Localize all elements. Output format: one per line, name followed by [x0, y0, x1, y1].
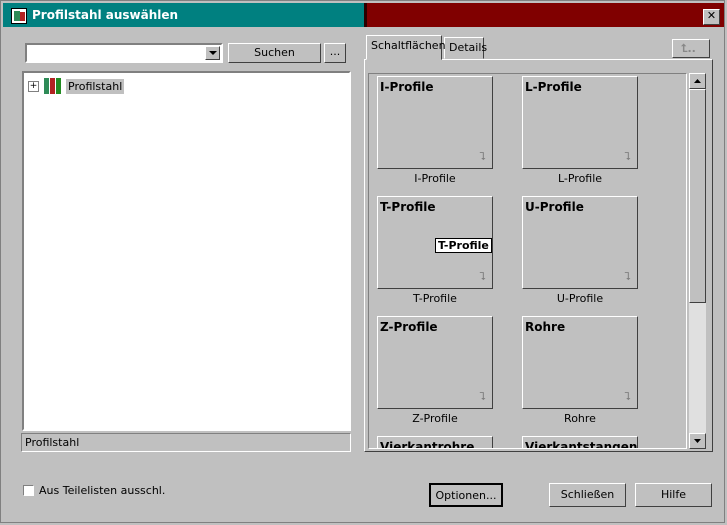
- tile-title: T-Profile: [380, 200, 436, 214]
- arrow-down-icon: [694, 439, 701, 443]
- drill-down-icon: ⮧: [479, 150, 487, 163]
- tab-schaltflaechen[interactable]: Schaltflächen: [366, 35, 446, 60]
- expand-icon[interactable]: +: [28, 80, 39, 92]
- tile-caption: I-Profile: [414, 172, 456, 185]
- search-combobox[interactable]: [25, 43, 223, 63]
- tile-rohre[interactable]: Rohre ⮧: [522, 316, 638, 409]
- tile-vierkantstangen[interactable]: Vierkantstangen: [522, 436, 638, 449]
- tile-caption: U-Profile: [556, 292, 604, 305]
- up-level-button[interactable]: ⮤..: [672, 39, 710, 58]
- more-button[interactable]: ...: [324, 43, 346, 63]
- profile-grid: I-Profile ⮧ I-Profile L-Profile ⮧ L-Prof…: [368, 73, 687, 449]
- scroll-up-button[interactable]: [689, 73, 706, 89]
- app-icon: [11, 8, 27, 24]
- close-button[interactable]: Schließen: [549, 483, 626, 507]
- search-button[interactable]: Suchen: [228, 43, 321, 63]
- tile-vierkantrohre[interactable]: Vierkantrohre: [377, 436, 493, 449]
- tile-title: L-Profile: [525, 80, 582, 94]
- tile-title: Vierkantrohre: [380, 440, 475, 449]
- chevron-down-icon[interactable]: [205, 46, 220, 60]
- exclude-parts-checkbox[interactable]: [23, 485, 34, 496]
- title-bar-left: Profilstahl auswählen: [3, 3, 364, 27]
- tab-details[interactable]: Details: [444, 37, 487, 59]
- drill-down-icon: ⮧: [624, 270, 632, 283]
- title-bar-right: [364, 3, 724, 27]
- tile-caption: Rohre: [564, 412, 596, 425]
- options-button[interactable]: Optionen...: [429, 483, 503, 507]
- dialog-window: Profilstahl auswählen ✕ Suchen ... + Pro…: [0, 0, 725, 523]
- title-bar[interactable]: Profilstahl auswählen: [3, 3, 724, 27]
- scroll-down-button[interactable]: [689, 433, 706, 449]
- help-button[interactable]: Hilfe: [635, 483, 712, 507]
- up-arrow-icon: ⮤..: [681, 42, 696, 55]
- exclude-parts-label: Aus Teilelisten ausschl.: [39, 484, 166, 497]
- arrow-up-icon: [694, 79, 701, 83]
- selection-status: Profilstahl: [21, 433, 351, 452]
- scroll-thumb[interactable]: [689, 89, 706, 303]
- books-icon: [44, 78, 62, 94]
- tile-caption: L-Profile: [557, 172, 603, 185]
- tile-caption: Z-Profile: [412, 412, 458, 425]
- tree-view[interactable]: + Profilstahl: [22, 71, 351, 431]
- tile-z-profile[interactable]: Z-Profile ⮧: [377, 316, 493, 409]
- tile-title: I-Profile: [380, 80, 434, 94]
- drill-down-icon: ⮧: [479, 390, 487, 403]
- window-title: Profilstahl auswählen: [32, 8, 179, 22]
- drill-down-icon: ⮧: [624, 390, 632, 403]
- tile-title: Vierkantstangen: [525, 440, 638, 449]
- tile-u-profile[interactable]: U-Profile ⮧: [522, 196, 638, 289]
- tile-l-profile[interactable]: L-Profile ⮧: [522, 76, 638, 169]
- tree-item-label[interactable]: Profilstahl: [66, 78, 125, 94]
- vertical-scrollbar[interactable]: [689, 73, 706, 449]
- drill-down-icon: ⮧: [624, 150, 632, 163]
- tile-title: Z-Profile: [380, 320, 438, 334]
- drill-down-icon: ⮧: [479, 270, 487, 283]
- tree-item-profilstahl[interactable]: + Profilstahl: [28, 77, 125, 95]
- tile-caption: T-Profile: [413, 292, 457, 305]
- tile-title: U-Profile: [525, 200, 584, 214]
- tooltip: T-Profile: [435, 238, 492, 253]
- tile-title: Rohre: [525, 320, 566, 334]
- close-icon[interactable]: ✕: [703, 9, 720, 25]
- tile-i-profile[interactable]: I-Profile ⮧: [377, 76, 493, 169]
